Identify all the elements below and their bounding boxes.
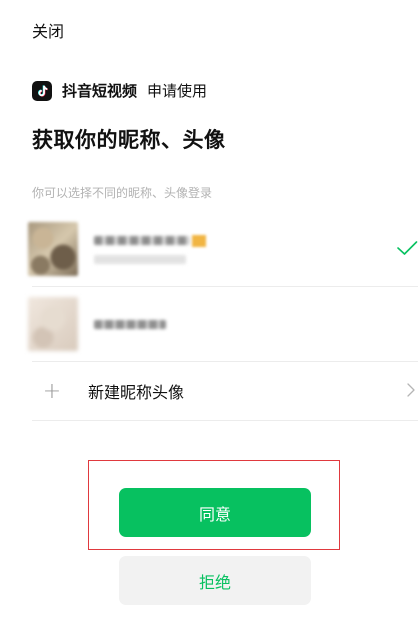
blurred-nickname: [94, 319, 166, 329]
app-info: 抖音短视频 申请使用: [32, 80, 207, 101]
blurred-subtext: [94, 254, 186, 264]
close-button[interactable]: 关闭: [32, 18, 64, 42]
chevron-right-icon: [407, 383, 415, 397]
account-option-2[interactable]: [28, 287, 418, 362]
agree-button[interactable]: 同意: [119, 488, 311, 537]
check-icon: [397, 241, 418, 255]
blurred-nickname-text: [94, 236, 190, 245]
new-profile-label: 新建昵称头像: [88, 383, 185, 402]
blurred-badge: [192, 234, 206, 247]
account-list: + 新建昵称头像: [28, 212, 418, 421]
tiktok-logo-icon: [32, 80, 52, 101]
blurred-nickname: [94, 234, 206, 264]
plus-icon: +: [42, 378, 62, 404]
hint-text: 你可以选择不同的昵称、头像登录: [32, 186, 213, 200]
app-name: 抖音短视频: [62, 82, 138, 100]
page-title: 获取你的昵称、头像: [32, 128, 226, 152]
new-profile-option[interactable]: + 新建昵称头像: [32, 362, 418, 421]
avatar: [28, 297, 78, 351]
blurred-nickname-text: [94, 319, 166, 329]
avatar: [28, 222, 78, 276]
account-option-1[interactable]: [28, 212, 418, 287]
app-request-text: 申请使用: [147, 82, 208, 100]
reject-button[interactable]: 拒绝: [119, 556, 311, 605]
